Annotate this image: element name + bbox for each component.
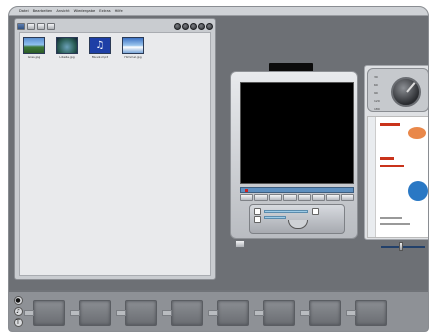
filmstrip-slot[interactable]: [125, 300, 157, 326]
document-heading: [380, 123, 400, 126]
side-panel: 30 60 90 120 180: [364, 65, 428, 240]
menu-view[interactable]: Ansicht: [56, 9, 69, 13]
filmstrip: ● ♪ T: [9, 290, 428, 331]
transition-connector[interactable]: [300, 310, 310, 316]
eject-button[interactable]: [340, 194, 354, 201]
filmstrip-slot[interactable]: [309, 300, 341, 326]
player-screen[interactable]: [240, 82, 354, 184]
filmstrip-slot[interactable]: [171, 300, 203, 326]
forward-button[interactable]: [297, 194, 311, 201]
menu-bar: Datei Bearbeiten Ansicht Wiedergabe Extr…: [9, 7, 428, 16]
timer-dial-panel: 30 60 90 120 180: [367, 68, 428, 112]
pause-button[interactable]: [268, 194, 283, 201]
record-button[interactable]: [311, 194, 326, 201]
document-text-line: [380, 217, 402, 219]
search-icon[interactable]: [174, 22, 181, 30]
volume-bar[interactable]: [264, 210, 308, 213]
zoom-slider[interactable]: [381, 242, 425, 251]
app-window: Datei Bearbeiten Ansicht Wiedergabe Extr…: [8, 6, 429, 332]
album-window-controls: [174, 22, 213, 30]
document-preview[interactable]: [367, 116, 428, 238]
transition-connector[interactable]: [162, 310, 172, 316]
info-icon[interactable]: [198, 22, 205, 30]
transition-connector[interactable]: [346, 310, 356, 316]
photo-preview: [23, 37, 45, 54]
album-thumbnail[interactable]: Himmel.jpg: [122, 37, 144, 61]
thumbnail-caption: Himmel.jpg: [124, 55, 142, 59]
album-thumbnail[interactable]: ♫ Musik.mp3: [89, 37, 111, 61]
zoom-knob[interactable]: [399, 242, 403, 251]
dial-label: 60: [374, 83, 378, 87]
menu-help[interactable]: Hilfe: [115, 9, 123, 13]
playback-progress-bar[interactable]: [240, 187, 354, 193]
menu-tools[interactable]: Extras: [99, 9, 110, 13]
player-controls: [240, 194, 354, 201]
player-body: [230, 71, 358, 239]
filmstrip-slot[interactable]: [33, 300, 65, 326]
sort-button[interactable]: [37, 22, 45, 30]
play-button[interactable]: [254, 194, 268, 201]
loop-button[interactable]: [326, 194, 340, 201]
close-icon[interactable]: [206, 22, 213, 30]
nav-left-button[interactable]: [254, 208, 261, 215]
record-icon[interactable]: ●: [13, 296, 23, 305]
album-window: Gras.jpg Libelle.jpg ♫ Musik.mp3 Himmel.…: [14, 18, 216, 280]
nav-right-button[interactable]: [312, 208, 319, 215]
photo-preview: [122, 37, 144, 54]
timer-dial[interactable]: [391, 77, 421, 107]
menu-file[interactable]: Datei: [19, 9, 29, 13]
menu-edit[interactable]: Bearbeiten: [33, 9, 53, 13]
center-button[interactable]: [288, 220, 308, 229]
dial-label: 120: [374, 99, 380, 103]
previous-icon[interactable]: [182, 22, 189, 30]
transition-connector[interactable]: [208, 310, 218, 316]
balance-bar[interactable]: [264, 216, 286, 219]
stop-button[interactable]: [283, 194, 297, 201]
transition-connector[interactable]: [116, 310, 126, 316]
folder-button[interactable]: [27, 22, 35, 30]
document-margin: [368, 117, 376, 237]
rewind-button[interactable]: [240, 194, 254, 201]
nav-down-button[interactable]: [254, 216, 261, 223]
album-toolbar: [17, 21, 213, 31]
document-heading: [380, 157, 394, 160]
thumbnail-view-button[interactable]: [17, 22, 25, 30]
music-icon[interactable]: ♪: [13, 307, 23, 316]
thumbnail-caption: Libelle.jpg: [59, 55, 75, 59]
album-thumbnail[interactable]: Gras.jpg: [23, 37, 45, 61]
filmstrip-slot[interactable]: [217, 300, 249, 326]
thumbnail-caption: Musik.mp3: [91, 55, 109, 59]
document-heading: [380, 165, 404, 167]
transition-connector[interactable]: [24, 310, 34, 316]
document-text-line: [380, 223, 410, 225]
filmstrip-tools: ● ♪ T: [12, 296, 24, 331]
transition-connector[interactable]: [70, 310, 80, 316]
transition-connector[interactable]: [254, 310, 264, 316]
dial-label: 180: [374, 107, 380, 111]
filmstrip-slot[interactable]: [79, 300, 111, 326]
document-image: [408, 127, 426, 139]
zoom-track[interactable]: [381, 246, 425, 248]
menu-playback[interactable]: Wiedergabe: [74, 9, 96, 13]
dial-label: 90: [374, 91, 378, 95]
navigation-pad: [249, 204, 345, 234]
music-note-icon: ♫: [89, 37, 111, 54]
next-icon[interactable]: [190, 22, 197, 30]
album-content-area: Gras.jpg Libelle.jpg ♫ Musik.mp3 Himmel.…: [19, 32, 211, 276]
photo-preview: [56, 37, 78, 54]
album-thumbnail[interactable]: Libelle.jpg: [56, 37, 78, 61]
document-badge: [408, 181, 428, 201]
dial-label: 30: [374, 75, 378, 79]
player-options-button[interactable]: [235, 240, 245, 248]
thumbnail-caption: Gras.jpg: [27, 55, 41, 59]
print-button[interactable]: [47, 22, 55, 30]
media-player: [230, 63, 358, 239]
text-icon[interactable]: T: [13, 318, 23, 327]
filmstrip-slot[interactable]: [263, 300, 295, 326]
progress-indicator[interactable]: [245, 189, 249, 192]
filmstrip-slot[interactable]: [355, 300, 387, 326]
